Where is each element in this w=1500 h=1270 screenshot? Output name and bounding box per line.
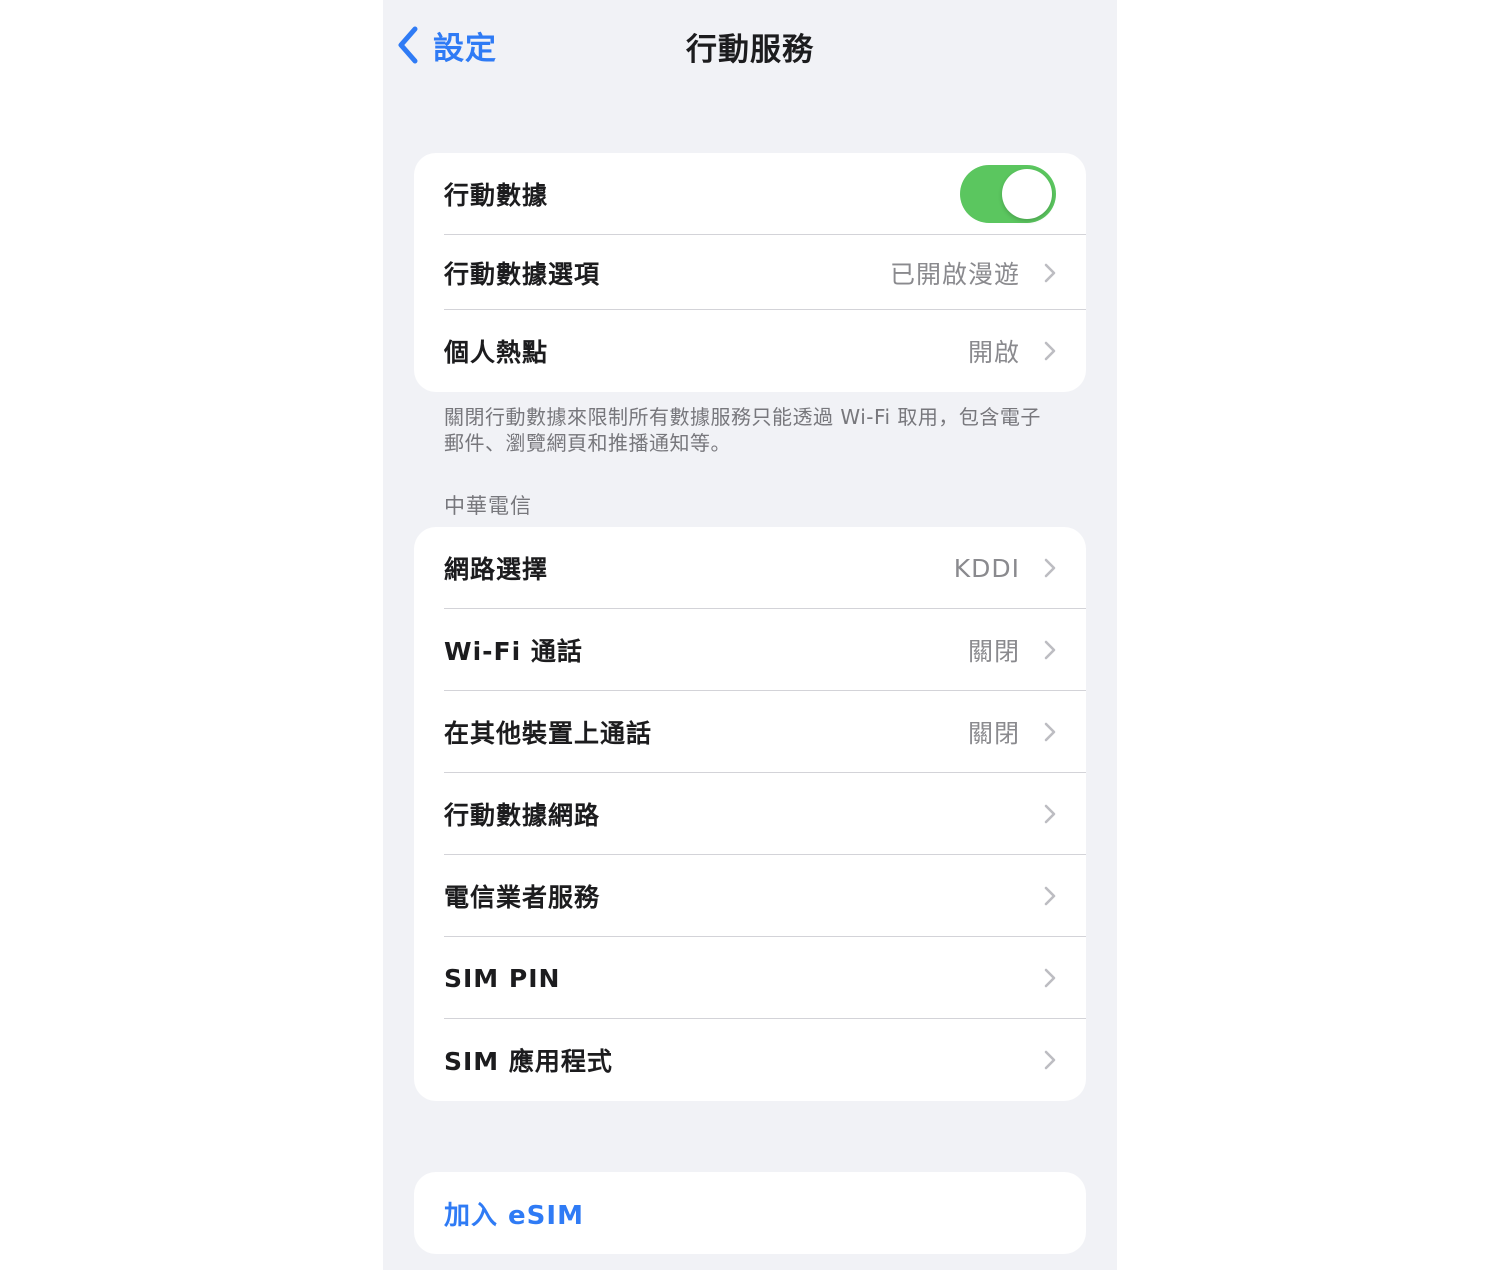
personal-hotspot-value: 開啟: [967, 338, 1020, 367]
network-selection-row[interactable]: 網路選擇 KDDI: [414, 527, 1086, 609]
calls-on-other-devices-value: 關閉: [967, 719, 1020, 748]
toggle-knob: [1002, 169, 1052, 219]
carrier-group: 網路選擇 KDDI Wi-Fi 通話 關閉 在其他裝置上通話 關閉 行動數據網路…: [414, 527, 1086, 1101]
cellular-data-network-row[interactable]: 行動數據網路: [414, 773, 1086, 855]
chevron-right-icon: [1044, 968, 1056, 988]
personal-hotspot-label: 個人熱點: [444, 338, 549, 367]
calls-on-other-devices-label: 在其他裝置上通話: [444, 719, 653, 748]
cellular-data-label: 行動數據: [444, 181, 549, 210]
chevron-right-icon: [1044, 341, 1056, 361]
cellular-data-row: 行動數據: [414, 153, 1086, 235]
chevron-right-icon: [1044, 722, 1056, 742]
network-selection-value: KDDI: [953, 553, 1020, 583]
sim-pin-row[interactable]: SIM PIN: [414, 937, 1086, 1019]
carrier-section-header: 中華電信: [444, 494, 532, 518]
wifi-calling-value: 關閉: [967, 637, 1020, 666]
wifi-calling-row[interactable]: Wi-Fi 通話 關閉: [414, 609, 1086, 691]
page-title: 行動服務: [686, 32, 814, 68]
carrier-services-row[interactable]: 電信業者服務: [414, 855, 1086, 937]
cellular-data-footnote: 關閉行動數據來限制所有數據服務只能透過 Wi-Fi 取用，包含電子郵件、瀏覽網頁…: [444, 405, 1041, 455]
cellular-data-options-label: 行動數據選項: [444, 259, 601, 289]
sim-applications-row[interactable]: SIM 應用程式: [414, 1019, 1086, 1101]
sim-pin-label: SIM PIN: [444, 963, 561, 993]
add-esim-label: 加入 eSIM: [444, 1200, 584, 1231]
wifi-calling-label: Wi-Fi 通話: [444, 637, 583, 666]
carrier-services-label: 電信業者服務: [444, 883, 601, 912]
personal-hotspot-row[interactable]: 個人熱點 開啟: [414, 310, 1086, 392]
chevron-right-icon: [1044, 640, 1056, 660]
chevron-right-icon: [1044, 263, 1056, 282]
add-esim-button[interactable]: 加入 eSIM: [414, 1172, 1086, 1254]
navigation-bar: 設定 行動服務: [383, 0, 1117, 90]
chevron-right-icon: [1044, 1050, 1056, 1070]
chevron-right-icon: [1044, 558, 1056, 578]
esim-group: 加入 eSIM: [414, 1172, 1086, 1254]
chevron-right-icon: [1044, 886, 1056, 906]
network-selection-label: 網路選擇: [444, 555, 549, 584]
calls-on-other-devices-row[interactable]: 在其他裝置上通話 關閉: [414, 691, 1086, 773]
cellular-data-toggle[interactable]: [960, 165, 1056, 223]
chevron-right-icon: [1044, 804, 1056, 824]
cellular-data-options-row[interactable]: 行動數據選項 已開啟漫遊: [414, 235, 1086, 310]
cellular-settings-screen: 設定 行動服務 行動數據 行動數據選項 已開啟漫遊 個人熱點 開啟 關閉行動數據…: [383, 0, 1117, 1270]
cellular-data-network-label: 行動數據網路: [444, 801, 601, 830]
cellular-data-options-value: 已開啟漫遊: [889, 259, 1020, 289]
cellular-data-group: 行動數據 行動數據選項 已開啟漫遊 個人熱點 開啟: [414, 153, 1086, 392]
sim-applications-label: SIM 應用程式: [444, 1047, 613, 1076]
